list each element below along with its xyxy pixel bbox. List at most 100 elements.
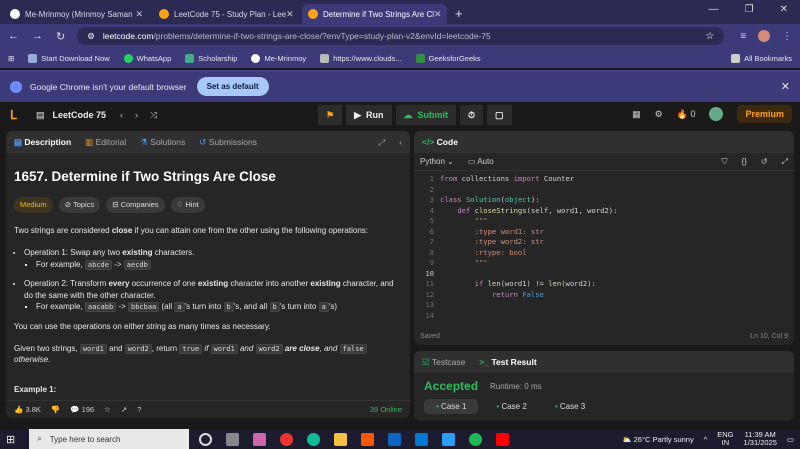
spotify-icon[interactable] <box>469 432 483 446</box>
auto-toggle[interactable]: ▭ Auto <box>468 157 494 166</box>
task-view-icon[interactable] <box>226 432 240 446</box>
tab-description[interactable]: ▤ Description <box>14 137 71 148</box>
like-button[interactable]: 👍 3.8K <box>14 405 41 414</box>
leetcode-logo-icon[interactable]: ᒪ <box>10 108 24 122</box>
tab-solutions[interactable]: ⚗ Solutions <box>140 137 185 148</box>
url-input[interactable]: ⚙ leetcode.com /problems/determine-if-tw… <box>77 27 725 45</box>
timer-button[interactable]: ⏱ <box>460 105 484 125</box>
text: -> <box>116 302 128 312</box>
share-icon[interactable]: ↗ <box>121 405 127 414</box>
comments-button[interactable]: 💬 196 <box>70 405 94 414</box>
close-icon[interactable]: ✕ <box>434 9 442 20</box>
expand-icon[interactable]: ⤢ <box>378 137 385 148</box>
checkbox-icon: ☑ <box>422 356 430 367</box>
close-icon[interactable]: ✕ <box>135 9 143 20</box>
topics-tag[interactable]: ⊘ Topics <box>58 196 101 214</box>
close-icon[interactable]: ✕ <box>781 80 790 93</box>
extensions-icon[interactable]: ≡ <box>740 31 746 42</box>
submit-button[interactable]: ☁ Submit <box>395 105 456 125</box>
language-select[interactable]: Python ⌄ <box>420 157 454 166</box>
shuffle-icon[interactable]: ⤨ <box>150 110 157 121</box>
browser-tab-active[interactable]: Determine if Two Strings Are Cl ✕ <box>302 4 447 24</box>
tab-label: Testcase <box>431 356 466 367</box>
bookmark-item[interactable]: https://www.clouds... <box>320 53 402 63</box>
set-default-button[interactable]: Set as default <box>196 77 269 96</box>
list-icon[interactable]: ▤ <box>36 110 45 121</box>
case-tab[interactable]: • Case 3 <box>545 399 595 414</box>
profile-avatar[interactable] <box>758 30 770 42</box>
inline-code: abcde <box>84 259 112 270</box>
outlook-icon[interactable] <box>415 432 429 446</box>
reload-icon[interactable]: ↻ <box>56 30 65 43</box>
fullscreen-icon[interactable]: ⤢ <box>782 157 788 167</box>
apps-icon[interactable]: ⊞ <box>8 54 14 63</box>
browser-tab[interactable]: LeetCode 75 - Study Plan - Lee ✕ <box>153 4 298 24</box>
close-icon[interactable]: ✕ <box>286 9 294 20</box>
help-icon[interactable]: ? <box>137 405 141 414</box>
tag-label: Companies <box>120 199 159 209</box>
study-plan-title[interactable]: LeetCode 75 <box>53 110 107 120</box>
next-problem-icon[interactable]: › <box>135 110 138 121</box>
bookmark-item[interactable]: GeeksforGeeks <box>415 53 481 63</box>
edge-icon[interactable] <box>307 432 321 446</box>
tray-chevron-icon[interactable]: ^ <box>704 435 708 444</box>
taskbar-search-input[interactable]: ⌕ Type here to search <box>29 429 190 449</box>
linkedin-icon[interactable] <box>388 432 402 446</box>
tab-testcase[interactable]: ☑ Testcase <box>422 357 465 368</box>
prev-problem-icon[interactable]: ‹ <box>120 110 123 121</box>
browser-tab[interactable]: Me-Mrinmoy (Mrinmoy Saman ✕ <box>4 4 149 24</box>
dislike-icon[interactable]: 👎 <box>51 405 60 414</box>
cortana-icon[interactable] <box>199 432 213 446</box>
language-indicator[interactable]: ENG IN <box>717 430 733 448</box>
close-window-icon[interactable]: ✕ <box>780 4 788 15</box>
premium-button[interactable]: Premium <box>737 105 792 123</box>
copilot-icon[interactable] <box>253 432 267 446</box>
vscode-icon[interactable] <box>442 432 456 446</box>
case-tab[interactable]: • Case 1 <box>424 399 479 414</box>
clock[interactable]: 11:39 AM 1/31/2025 <box>744 430 777 448</box>
bookmark-item[interactable]: Start Download Now <box>28 53 110 63</box>
bookmark-item[interactable]: Me-Mrinmoy <box>251 53 306 63</box>
debug-button[interactable]: ⚑ <box>318 105 343 125</box>
windows-start-icon[interactable]: ⊞ <box>6 433 15 446</box>
back-icon[interactable]: ← <box>8 30 19 43</box>
avatar[interactable] <box>709 107 724 121</box>
problem-title[interactable]: 1657. Determine if Two Strings Are Close <box>14 167 402 187</box>
inline-code: true <box>179 343 203 354</box>
minimize-icon[interactable]: — <box>709 4 719 15</box>
notes-button[interactable]: ▢ <box>487 105 512 125</box>
new-tab-icon[interactable]: + <box>455 6 463 21</box>
streak-count: 0 <box>690 108 696 119</box>
menu-icon[interactable]: ⋮ <box>782 31 792 42</box>
all-bookmarks[interactable]: All Bookmarks <box>731 53 792 63</box>
chrome-icon[interactable] <box>280 432 294 446</box>
notification-icon[interactable]: ▭ <box>787 435 794 444</box>
format-icon[interactable]: {} <box>742 157 747 166</box>
tab-editorial[interactable]: ▥ Editorial <box>85 137 126 148</box>
code-tab[interactable]: </> Code <box>422 137 458 147</box>
bookmark-star-icon[interactable]: ☆ <box>705 31 714 42</box>
weather-widget[interactable]: ⛅ 26°C Partly sunny <box>622 435 694 444</box>
reset-icon[interactable]: ↺ <box>761 157 768 166</box>
streak[interactable]: 🔥 0 <box>677 109 696 120</box>
brave-icon[interactable] <box>361 432 375 446</box>
layout-icon[interactable]: ▦ <box>632 109 641 120</box>
maximize-icon[interactable]: ❐ <box>745 4 754 15</box>
bookmark-item[interactable]: WhatsApp <box>123 53 171 63</box>
forward-icon[interactable]: → <box>32 30 43 43</box>
hint-tag[interactable]: ♢ Hint <box>170 196 205 214</box>
site-info-icon[interactable]: ⚙ <box>87 31 95 42</box>
settings-icon[interactable]: ⚙ <box>655 109 663 120</box>
youtube-icon[interactable] <box>496 432 510 446</box>
tab-test-result[interactable]: >_ Test Result <box>479 357 536 367</box>
bookmark-icon[interactable]: ⛉ <box>722 157 728 167</box>
case-tab[interactable]: • Case 2 <box>486 399 536 414</box>
favorite-star-icon[interactable]: ☆ <box>104 405 111 414</box>
collapse-icon[interactable]: ‹ <box>399 137 402 147</box>
file-explorer-icon[interactable] <box>334 432 348 446</box>
run-button[interactable]: ▶ Run <box>346 105 392 125</box>
tab-submissions[interactable]: ↺ Submissions <box>199 137 257 148</box>
companies-tag[interactable]: ⊟ Companies <box>106 196 165 214</box>
code-editor[interactable]: 1 from collections import Counter 2 3 clas… <box>414 171 794 321</box>
bookmark-item[interactable]: Scholarship <box>185 53 237 63</box>
